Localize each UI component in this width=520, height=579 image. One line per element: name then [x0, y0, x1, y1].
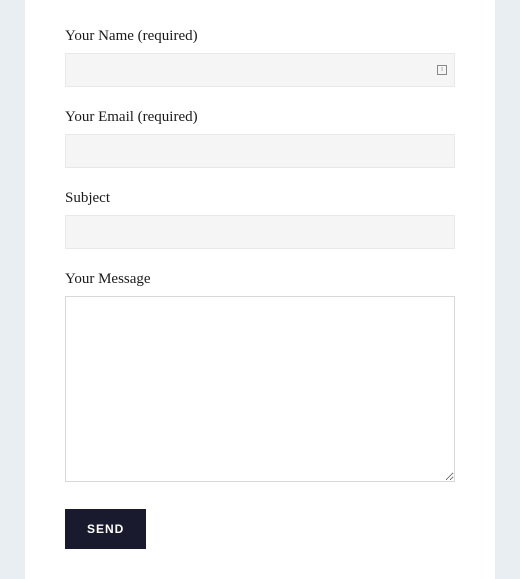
- subject-input[interactable]: [65, 215, 455, 249]
- name-label: Your Name (required): [65, 28, 455, 45]
- message-textarea[interactable]: [65, 296, 455, 482]
- message-label: Your Message: [65, 271, 455, 288]
- message-field-group: Your Message: [65, 271, 455, 487]
- contact-form-card: Your Name (required) i Your Email (requi…: [25, 0, 495, 579]
- email-input[interactable]: [65, 134, 455, 168]
- name-field-group: Your Name (required) i: [65, 28, 455, 87]
- page-wrapper: Your Name (required) i Your Email (requi…: [0, 0, 520, 559]
- name-input[interactable]: [65, 53, 455, 87]
- subject-label: Subject: [65, 190, 455, 207]
- email-field-group: Your Email (required): [65, 109, 455, 168]
- email-label: Your Email (required): [65, 109, 455, 126]
- send-button[interactable]: SEND: [65, 509, 146, 549]
- name-input-wrapper: i: [65, 53, 455, 87]
- subject-field-group: Subject: [65, 190, 455, 249]
- autofill-icon: i: [437, 65, 447, 75]
